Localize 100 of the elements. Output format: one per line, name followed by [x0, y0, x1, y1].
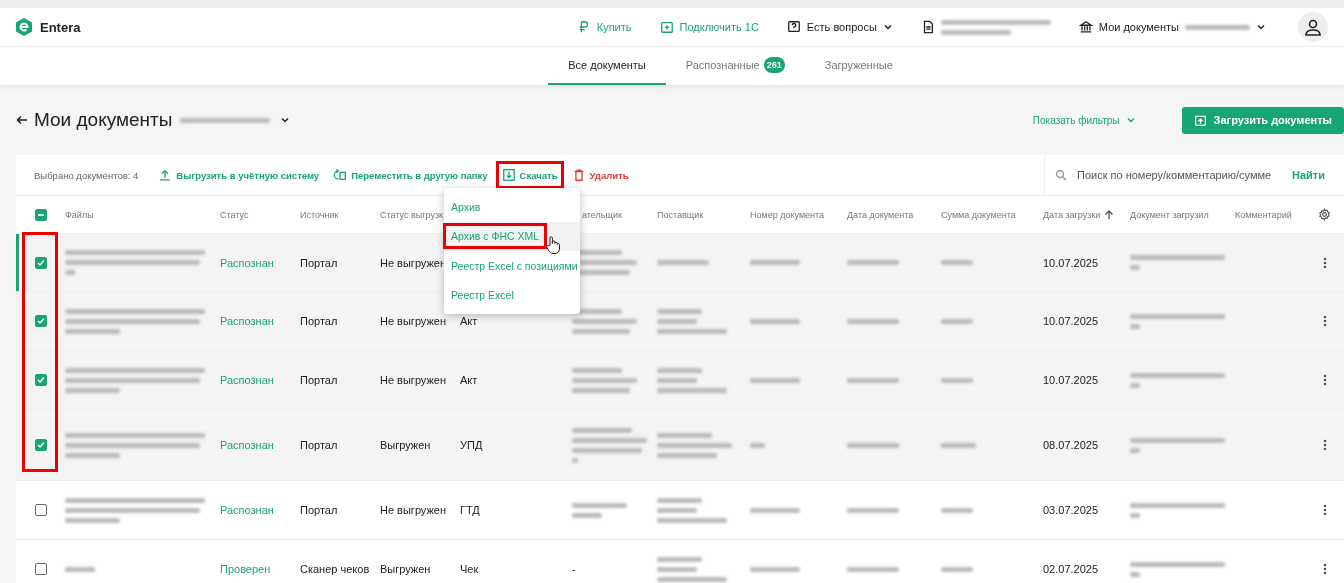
table-cell-text: ГТД — [460, 504, 481, 516]
checkbox[interactable] — [34, 439, 47, 451]
table-cell-text: Не выгружен — [380, 374, 448, 386]
table-cell-text: Портал — [300, 315, 339, 327]
checkbox[interactable] — [34, 208, 47, 221]
chevron-down-icon — [280, 115, 291, 125]
selection-count: Выбрано документов: 4 — [34, 169, 139, 181]
download-icon — [501, 168, 516, 182]
table-cell-text: - — [572, 563, 577, 575]
column-header: Дата загрузки — [1043, 209, 1130, 220]
table-cell-text: Не выгружен — [380, 315, 448, 327]
column-header: Файлы — [65, 209, 95, 220]
tab[interactable]: Распознанные 261 — [665, 47, 805, 85]
nav-link[interactable]: Мои документы — [1078, 20, 1266, 34]
blurred-text — [572, 502, 627, 518]
toolbar-action[interactable]: Переместить в другую папку — [327, 161, 494, 189]
table-row[interactable]: Проверен Сканер чеков Выгружен Чек - 02.07.2025 — [16, 540, 1344, 583]
blurred-text — [750, 260, 800, 265]
table-cell-text: Распознан — [220, 439, 275, 451]
upload-icon — [158, 168, 173, 182]
user-avatar[interactable] — [1298, 12, 1328, 42]
pointer-hand-icon — [546, 236, 560, 254]
tab[interactable]: Все документы — [548, 47, 666, 85]
nav-link[interactable]: Купить — [576, 20, 632, 34]
upload-button[interactable]: Загрузить документы — [1181, 106, 1344, 134]
blurred-text — [941, 318, 973, 324]
checkbox[interactable] — [34, 315, 47, 327]
search-button[interactable]: Найти — [1292, 169, 1325, 181]
blurred-text — [847, 566, 899, 572]
nav-link[interactable]: Есть вопросы — [786, 20, 893, 34]
table-cell-text: Распознан — [220, 504, 275, 516]
blurred-text — [941, 566, 973, 572]
table-cell-text: Не выгружен — [380, 504, 448, 516]
app-name: Entera — [40, 19, 81, 35]
more-button[interactable] — [1322, 439, 1327, 451]
blurred-text — [941, 377, 973, 383]
blurred-text — [941, 260, 973, 265]
table-cell-text: Портал — [300, 504, 339, 516]
chevron-down-icon — [1125, 115, 1136, 125]
table-cell-text: Портал — [300, 256, 339, 269]
check-icon — [36, 441, 45, 449]
check-icon — [36, 258, 45, 267]
table-row[interactable]: Распознан Портал Не выгружен ГТД 03.07.2025 — [16, 481, 1344, 540]
blurred-text — [572, 308, 637, 334]
table-cell-text: УПД — [460, 439, 484, 451]
blurred-text — [750, 318, 800, 324]
check-icon — [36, 376, 45, 384]
more-button[interactable] — [1322, 504, 1327, 516]
menu-item[interactable]: Реестр Excel с позициями — [444, 251, 580, 281]
blurred-text — [750, 507, 800, 513]
column-header: Документ загрузил — [1130, 209, 1210, 220]
search-icon — [1055, 169, 1067, 181]
blurred-text — [941, 507, 973, 513]
checkbox[interactable] — [34, 256, 47, 269]
page-title: Мои документы — [34, 109, 173, 131]
check-icon — [36, 317, 45, 325]
blurred-text — [657, 260, 709, 265]
table-cell-text: 10.07.2025 — [1043, 315, 1100, 327]
move-folder-icon — [333, 168, 348, 182]
more-button[interactable] — [1322, 374, 1327, 386]
blurred-text — [657, 308, 727, 334]
blurred-text — [847, 442, 899, 448]
column-header: Комментарий — [1235, 209, 1293, 220]
table-cell-text: 03.07.2025 — [1043, 504, 1100, 516]
blurred-text — [847, 377, 899, 383]
table-cell-text: Портал — [300, 439, 339, 451]
table-cell-text: Чек — [460, 563, 480, 575]
toolbar-action[interactable]: Удалить — [565, 161, 635, 189]
column-header: Поставщик — [657, 209, 705, 220]
table-cell-text: Портал — [300, 374, 339, 386]
settings-icon[interactable] — [1318, 208, 1331, 221]
checkbox[interactable] — [34, 374, 47, 386]
more-button[interactable] — [1322, 256, 1327, 269]
sort-up-icon[interactable] — [1104, 209, 1115, 220]
menu-item[interactable]: Архив — [444, 192, 580, 222]
column-header: Дата документа — [847, 209, 915, 220]
column-header: Источник — [300, 209, 340, 220]
table-row[interactable]: Распознан Портал Не выгружен Акт 10.07.2025 — [16, 351, 1344, 410]
back-arrow-icon[interactable] — [16, 114, 28, 126]
blurred-text — [657, 556, 727, 582]
blurred-text — [572, 367, 637, 393]
toolbar-action[interactable]: Выгрузить в учётную систему — [152, 161, 326, 189]
tab[interactable]: Загруженные — [804, 47, 913, 85]
filters-toggle[interactable]: Показать фильтры — [1026, 113, 1142, 127]
blurred-text — [657, 367, 727, 393]
table-cell-text: Проверен — [220, 563, 272, 575]
column-header: ательщик — [581, 209, 623, 220]
nav-link[interactable]: Подключить 1С — [659, 20, 759, 34]
more-button[interactable] — [1322, 563, 1327, 575]
more-button[interactable] — [1322, 315, 1327, 327]
logo-icon — [16, 18, 32, 36]
menu-item[interactable]: Архив с ФНС XML — [444, 221, 580, 251]
checkbox[interactable] — [34, 563, 47, 575]
blurred-text — [750, 566, 800, 572]
checkbox[interactable] — [34, 504, 47, 516]
table-cell-text: Распознан — [220, 315, 275, 327]
plus-box-icon — [659, 20, 674, 34]
column-header: Статус выгрузк — [380, 209, 444, 220]
table-cell-text: 10.07.2025 — [1043, 256, 1100, 269]
table-row[interactable]: Распознан Портал Выгружен УПД 08.07.2025 — [16, 410, 1344, 481]
